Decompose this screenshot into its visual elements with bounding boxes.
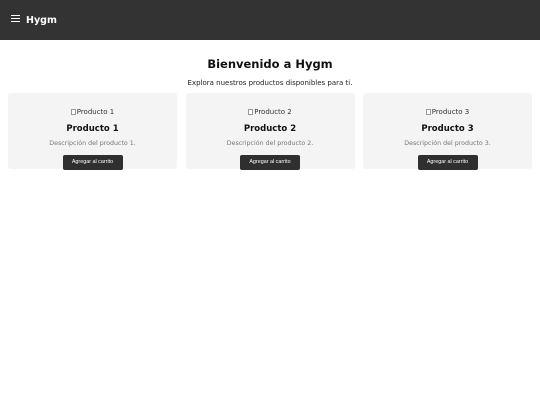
- add-to-cart-button[interactable]: Agregar al carrito: [62, 155, 123, 170]
- product-description: Descripción del producto 2.: [226, 140, 314, 147]
- brand-name[interactable]: Hygm: [26, 15, 57, 26]
- top-header: Hygm: [0, 0, 540, 40]
- hamburger-menu-icon[interactable]: [11, 15, 20, 22]
- page-subtitle: Explora nuestros productos disponibles p…: [187, 79, 353, 87]
- product-image-alt: Producto 3: [431, 107, 470, 116]
- product-image: Producto 2: [248, 108, 292, 117]
- broken-image-icon: [248, 109, 254, 115]
- product-image: Producto 3: [425, 107, 470, 117]
- product-image-alt: Producto 1: [76, 107, 115, 116]
- broken-image-icon: [70, 109, 76, 115]
- product-card-1: Producto 1 Producto 1 Descripción del pr…: [8, 93, 177, 170]
- product-card-3: Producto 3 Producto 3 Descripción del pr…: [363, 93, 532, 170]
- product-card-2: Producto 2 Producto 2 Descripción del pr…: [185, 93, 355, 170]
- product-title: Producto 1: [66, 124, 119, 134]
- product-description: Descripción del producto 1.: [49, 140, 136, 147]
- main-content: Bienvenido a Hygm Explora nuestros produ…: [0, 57, 540, 170]
- product-title: Producto 3: [421, 124, 474, 134]
- broken-image-icon: [425, 109, 431, 115]
- add-to-cart-button[interactable]: Agregar al carrito: [417, 155, 478, 170]
- product-image-alt: Producto 2: [254, 107, 292, 116]
- product-title: Producto 2: [243, 124, 297, 134]
- product-image: Producto 1: [70, 107, 115, 117]
- page-title: Bienvenido a Hygm: [207, 57, 333, 71]
- add-to-cart-button[interactable]: Agregar al carrito: [240, 155, 300, 170]
- product-description: Descripción del producto 3.: [404, 140, 491, 147]
- product-grid: Producto 1 Producto 1 Descripción del pr…: [0, 93, 540, 170]
